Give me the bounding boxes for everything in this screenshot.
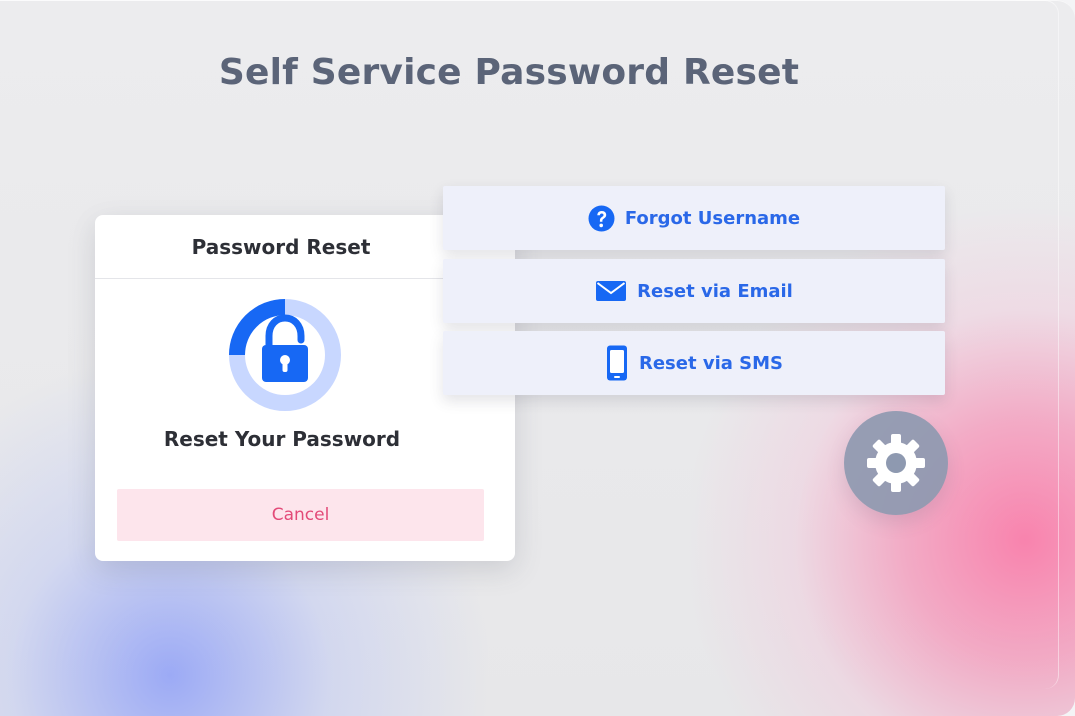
- reset-message: Reset Your Password: [163, 427, 401, 451]
- password-reset-window: Self Service Password Reset Password Res…: [0, 0, 1075, 716]
- reset-via-sms-label: Reset via SMS: [638, 352, 784, 374]
- reset-via-email-button[interactable]: Reset via Email: [443, 259, 945, 323]
- question-circle-icon: [588, 205, 615, 232]
- reset-via-email-label: Reset via Email: [637, 280, 793, 302]
- forgot-username-label: Forgot Username: [624, 207, 801, 229]
- envelope-icon: [595, 279, 627, 303]
- gear-icon: [867, 434, 925, 492]
- mobile-phone-icon: [605, 344, 629, 382]
- forgot-username-button[interactable]: Forgot Username: [443, 186, 945, 250]
- reset-via-sms-button[interactable]: Reset via SMS: [443, 331, 945, 395]
- cancel-button[interactable]: Cancel: [117, 489, 484, 541]
- settings-button[interactable]: [844, 411, 948, 515]
- unlock-password-icon: [229, 299, 341, 411]
- page-title: Self Service Password Reset: [218, 52, 800, 93]
